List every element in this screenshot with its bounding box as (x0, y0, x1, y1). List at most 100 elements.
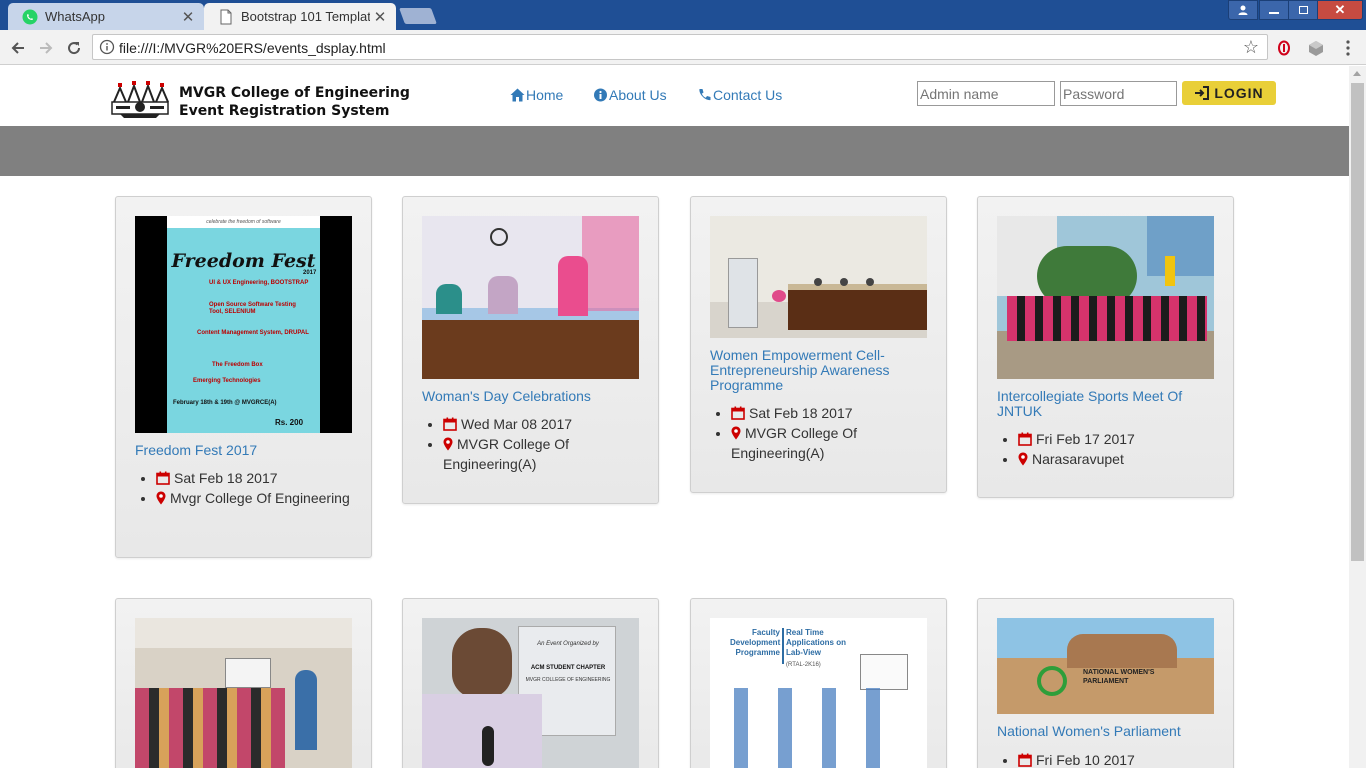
event-card[interactable]: An Event Organized by ACM STUDENT CHAPTE… (402, 598, 659, 768)
menu-kebab-icon[interactable] (1338, 38, 1358, 58)
tab-whatsapp[interactable]: WhatsApp ✕ (8, 3, 204, 30)
extension-cube-icon[interactable] (1306, 38, 1326, 58)
photo-tablecloth (788, 284, 927, 290)
profile-icon[interactable] (1228, 0, 1258, 20)
calendar-icon (1018, 753, 1032, 767)
scroll-up-arrow-icon[interactable] (1353, 71, 1361, 76)
photo-flag (1165, 256, 1175, 286)
event-card[interactable]: NATIONAL WOMEN'S PARLIAMENT National Wom… (977, 598, 1234, 768)
event-image-acm-chapter[interactable]: An Event Organized by ACM STUDENT CHAPTE… (422, 618, 639, 768)
nav-contact-us[interactable]: Contact Us (697, 87, 782, 103)
event-image-womans-day[interactable] (422, 216, 639, 379)
vertical-scrollbar[interactable] (1349, 66, 1366, 768)
calendar-icon (731, 406, 745, 420)
photo-sand-faces (1067, 634, 1177, 668)
fdp-title-text: Faculty Development Programme (730, 628, 781, 657)
event-card[interactable]: Women Empowerment Cell- Entrepreneurship… (690, 196, 947, 493)
poster: celebrate the freedom of software Freedo… (167, 216, 320, 433)
scrollbar-thumb[interactable] (1351, 83, 1364, 561)
nav-about-label: About Us (609, 87, 667, 103)
page-content: MVGR College of Engineering Event Regist… (0, 66, 1349, 768)
reload-button[interactable] (62, 36, 86, 60)
browser-titlebar: WhatsApp ✕ Bootstrap 101 Template ✕ ✕ (0, 0, 1366, 30)
document-icon (220, 9, 232, 24)
tab-label: WhatsApp (45, 9, 105, 24)
restore-button[interactable] (1288, 0, 1318, 20)
photo-building (1147, 216, 1214, 276)
map-marker-icon (1018, 452, 1028, 466)
event-venue: MVGR College Of Engineering(A) (443, 434, 643, 474)
minimize-button[interactable] (1259, 0, 1289, 20)
event-date-text: Fri Feb 17 2017 (1036, 431, 1135, 447)
nav-about-us[interactable]: About Us (593, 87, 667, 103)
back-button[interactable] (6, 36, 30, 60)
event-title[interactable]: Freedom Fest 2017 (135, 443, 355, 458)
event-date: Wed Mar 08 2017 (443, 414, 643, 434)
nav-home-label: Home (526, 87, 564, 103)
close-tab-icon[interactable]: ✕ (178, 8, 198, 26)
event-title[interactable]: Intercollegiate Sports Meet Of JNTUK (997, 389, 1217, 419)
event-card[interactable]: Intercollegiate Sports Meet Of JNTUK Fri… (977, 196, 1234, 498)
photo-emblem (1037, 666, 1067, 696)
event-card[interactable]: Faculty Development Programme Real Time … (690, 598, 947, 768)
login-button-label: LOGIN (1214, 85, 1264, 101)
close-tab-icon[interactable]: ✕ (370, 8, 390, 26)
event-details: Wed Mar 08 2017 MVGR College Of Engineer… (443, 414, 643, 474)
close-window-button[interactable]: ✕ (1317, 0, 1363, 20)
nav-home[interactable]: Home (510, 87, 563, 103)
event-card[interactable]: Woman's Day Celebrations Wed Mar 08 2017… (402, 196, 659, 504)
event-card[interactable]: celebrate the freedom of software Freedo… (115, 196, 372, 558)
event-date: Sat Feb 18 2017 (731, 403, 931, 423)
event-date-text: Sat Feb 18 2017 (174, 470, 278, 486)
event-venue-text: MVGR College Of Engineering(A) (731, 425, 858, 461)
photo-flowers (772, 290, 786, 302)
bookmark-star-icon[interactable]: ☆ (1243, 37, 1259, 58)
event-venue: Mvgr College Of Engineering (156, 488, 356, 508)
event-image-fdp[interactable]: Faculty Development Programme Real Time … (710, 618, 927, 768)
event-date-text: Fri Feb 10 2017 (1036, 752, 1135, 768)
address-bar[interactable]: file:///I:/MVGR%20ERS/events_dsplay.html… (92, 34, 1268, 60)
password-input[interactable] (1060, 81, 1177, 106)
poster-item-4: The Freedom Box (212, 362, 263, 368)
poster-dates: February 18th & 19th @ MVGRCE(A) (173, 400, 277, 406)
event-title[interactable]: Woman's Day Celebrations (422, 389, 642, 404)
fdp-divider (782, 628, 784, 664)
photo-audience (135, 688, 285, 768)
event-image-womens-parliament[interactable]: NATIONAL WOMEN'S PARLIAMENT (997, 618, 1214, 714)
tab-bootstrap-template[interactable]: Bootstrap 101 Template ✕ (204, 3, 396, 30)
extension-shield-icon[interactable] (1274, 38, 1294, 58)
event-card[interactable] (115, 598, 372, 768)
info-circle-icon (594, 88, 607, 102)
map-marker-icon (731, 426, 741, 440)
event-image-freedom-fest[interactable]: celebrate the freedom of software Freedo… (135, 216, 352, 433)
admin-name-input[interactable] (917, 81, 1055, 106)
event-date: Fri Feb 17 2017 (1018, 429, 1218, 449)
brand-title[interactable]: MVGR College of Engineering Event Regist… (179, 84, 410, 120)
photo-person (436, 284, 462, 314)
poster-title: Freedom Fest (171, 250, 316, 272)
event-date-text: Sat Feb 18 2017 (749, 405, 853, 421)
phone-icon (699, 89, 711, 101)
forward-button[interactable] (34, 36, 58, 60)
photo-microphone (482, 726, 494, 766)
event-venue-text: Mvgr College Of Engineering (170, 490, 350, 506)
parliament-line-2: PARLIAMENT (1083, 678, 1129, 685)
info-icon[interactable] (99, 39, 115, 55)
event-image-women-empowerment[interactable] (710, 216, 927, 338)
acm-chapter-text: ACM STUDENT CHAPTER (530, 665, 606, 671)
event-details: Fri Feb 10 2017 (1018, 750, 1218, 768)
event-image-sports-meet[interactable] (997, 216, 1214, 379)
event-venue: Narasaravupet (1018, 449, 1218, 469)
event-date: Sat Feb 18 2017 (156, 468, 356, 488)
event-title[interactable]: National Women's Parliament (997, 724, 1217, 739)
photo-person (488, 276, 518, 314)
photo-person (866, 278, 874, 286)
login-icon (1195, 86, 1210, 100)
event-title[interactable]: Women Empowerment Cell- Entrepreneurship… (710, 348, 930, 393)
whatsapp-icon (22, 9, 38, 24)
login-button[interactable]: LOGIN (1182, 81, 1276, 105)
event-image-lab-session[interactable] (135, 618, 352, 768)
new-tab-button[interactable] (399, 8, 437, 24)
home-icon (510, 88, 525, 102)
photo-table (788, 290, 927, 330)
